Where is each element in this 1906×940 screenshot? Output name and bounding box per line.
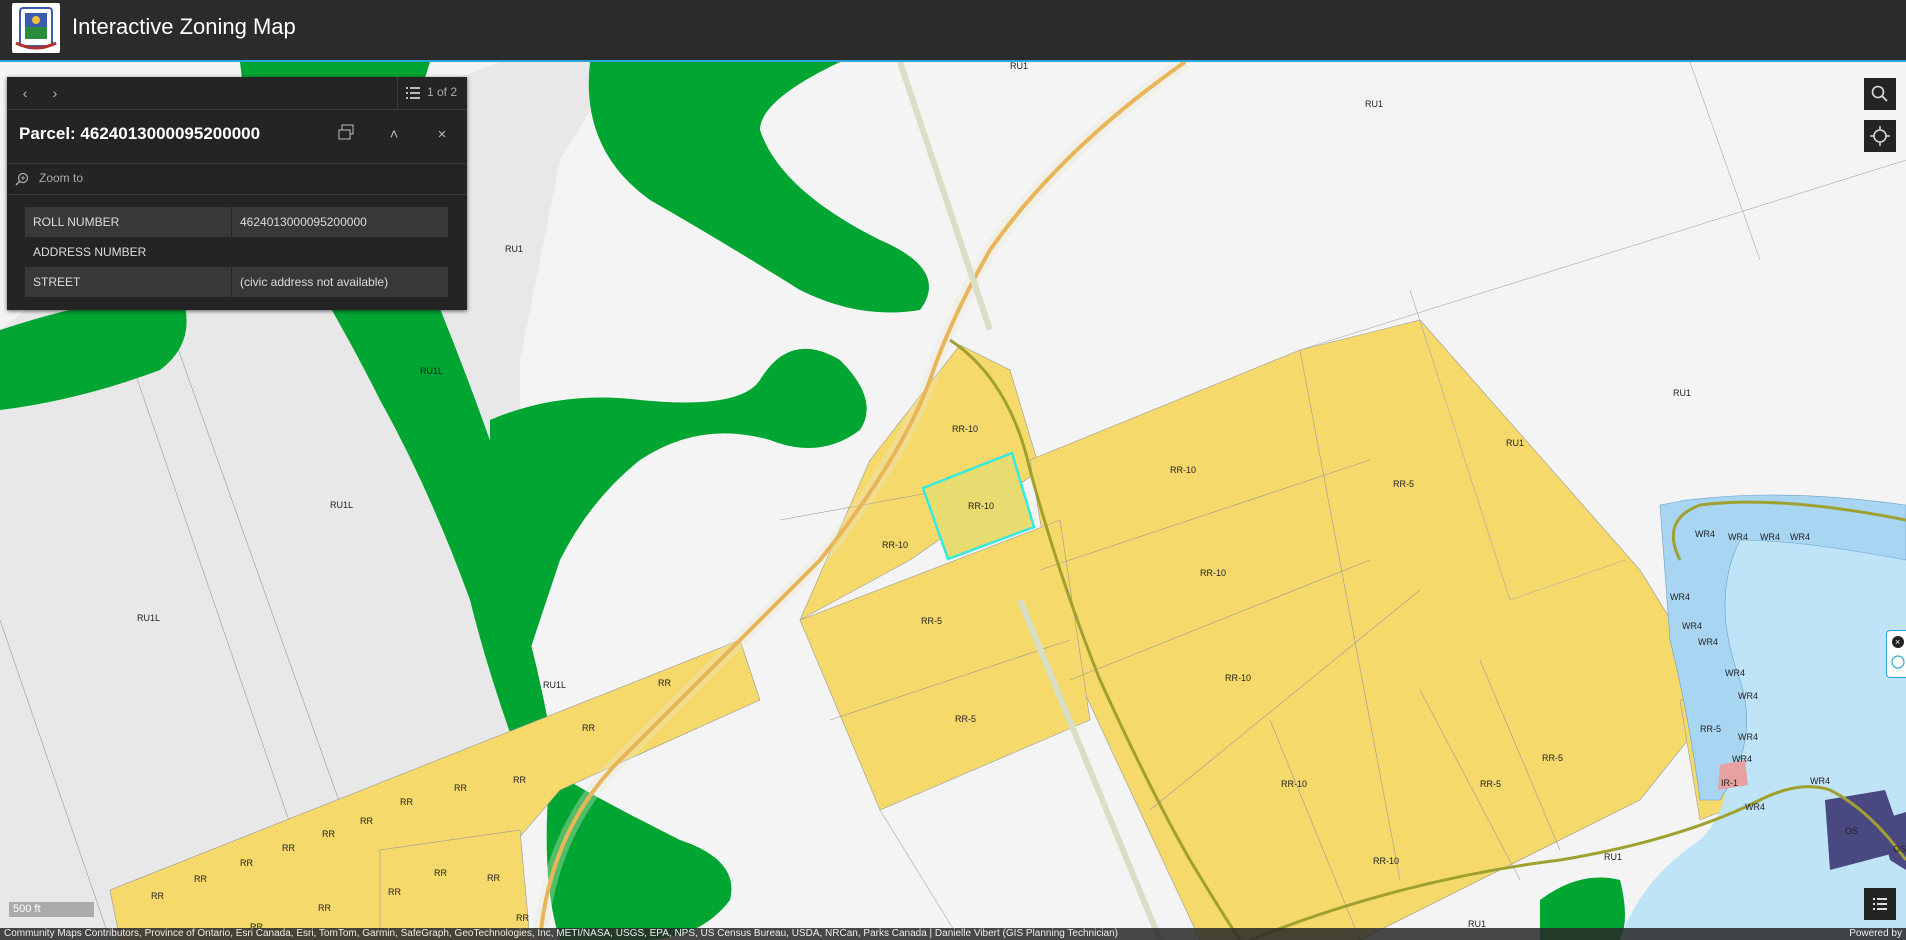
svg-text:RU1: RU1 <box>1010 62 1028 71</box>
svg-text:OS: OS <box>1845 826 1858 836</box>
svg-text:RR-10: RR-10 <box>1170 465 1196 475</box>
attr-key: ROLL NUMBER <box>25 207 232 237</box>
svg-text:RR-10: RR-10 <box>968 501 994 511</box>
attr-key: STREET <box>25 267 232 297</box>
svg-text:RR: RR <box>240 858 253 868</box>
search-icon <box>1871 85 1888 102</box>
table-row: STREET (civic address not available) <box>25 267 448 297</box>
svg-text:RR: RR <box>487 873 500 883</box>
svg-text:RR-5: RR-5 <box>921 616 942 626</box>
svg-text:RR: RR <box>516 913 529 923</box>
page-list-icon[interactable] <box>405 85 421 101</box>
svg-text:RR: RR <box>151 891 164 901</box>
chevron-right-icon[interactable]: › <box>45 83 65 103</box>
svg-text:RR: RR <box>513 775 526 785</box>
close-icon[interactable]: × <box>431 124 453 146</box>
legend-button[interactable] <box>1864 888 1896 920</box>
svg-text:RU1: RU1 <box>505 244 523 254</box>
svg-text:×: × <box>1895 637 1900 647</box>
svg-text:RR: RR <box>400 797 413 807</box>
svg-text:RR-10: RR-10 <box>1281 779 1307 789</box>
locate-icon <box>1870 126 1890 146</box>
svg-text:RR-10: RR-10 <box>1373 856 1399 866</box>
svg-text:WR4: WR4 <box>1760 532 1780 542</box>
attr-value: 4624013000095200000 <box>231 207 448 237</box>
svg-text:RR: RR <box>194 874 207 884</box>
svg-text:WR4: WR4 <box>1810 776 1830 786</box>
zoom-to-button[interactable]: Zoom to <box>7 163 467 195</box>
svg-text:RR-10: RR-10 <box>1225 673 1251 683</box>
svg-text:RU1L: RU1L <box>137 613 160 623</box>
svg-text:RR: RR <box>434 868 447 878</box>
table-row: ADDRESS NUMBER <box>25 237 448 267</box>
collapse-icon[interactable]: ˄ <box>383 124 405 146</box>
svg-text:RU1L: RU1L <box>420 366 443 376</box>
svg-text:RR-10: RR-10 <box>952 424 978 434</box>
svg-text:RR-5: RR-5 <box>1393 479 1414 489</box>
svg-text:RR: RR <box>658 678 671 688</box>
svg-text:WR4: WR4 <box>1738 732 1758 742</box>
svg-text:WR4: WR4 <box>1725 668 1745 678</box>
svg-text:RR: RR <box>282 843 295 853</box>
attr-key: ADDRESS NUMBER <box>25 237 232 267</box>
svg-text:WR4: WR4 <box>1745 802 1765 812</box>
app-title: Interactive Zoning Map <box>72 14 296 39</box>
dock-icon[interactable] <box>335 124 357 146</box>
chevron-left-icon[interactable]: ‹ <box>15 83 35 103</box>
feature-popup: ‹ › 1 of 2 Parcel: 4624013000095200000 ˄… <box>7 77 467 310</box>
svg-text:RR: RR <box>388 887 401 897</box>
svg-text:IR-1: IR-1 <box>1721 778 1738 788</box>
attr-value <box>232 237 449 267</box>
svg-text:RR-5: RR-5 <box>1700 724 1721 734</box>
zoom-to-icon <box>15 172 29 186</box>
svg-text:WR4: WR4 <box>1728 532 1748 542</box>
scale-bar: 500 ft <box>9 902 94 917</box>
search-button[interactable] <box>1864 78 1896 110</box>
attribute-table: ROLL NUMBER 4624013000095200000 ADDRESS … <box>25 207 448 297</box>
attr-value: (civic address not available) <box>231 267 448 297</box>
attribution-text: Community Maps Contributors, Province of… <box>4 928 1118 939</box>
svg-text:WR4: WR4 <box>1738 691 1758 701</box>
svg-text:WR4: WR4 <box>1695 529 1715 539</box>
popup-title: Parcel: 4624013000095200000 <box>19 124 261 143</box>
expand-widget[interactable]: × <box>1886 630 1906 678</box>
svg-text:RU1L: RU1L <box>330 500 353 510</box>
powered-by[interactable]: Powered by <box>1849 928 1902 940</box>
svg-text:RR-10: RR-10 <box>1200 568 1226 578</box>
svg-text:RU1: RU1 <box>1506 438 1524 448</box>
svg-text:WR4: WR4 <box>1670 592 1690 602</box>
svg-text:RR-5: RR-5 <box>955 714 976 724</box>
svg-text:RU1: RU1 <box>1673 388 1691 398</box>
svg-text:OS: OS <box>1893 844 1906 854</box>
logo-crest <box>12 3 60 53</box>
svg-text:RU1L: RU1L <box>543 680 566 690</box>
svg-text:RR: RR <box>582 723 595 733</box>
nav-divider <box>397 77 398 109</box>
svg-text:RR-10: RR-10 <box>882 540 908 550</box>
legend-icon <box>1873 898 1887 910</box>
svg-text:RR-5: RR-5 <box>1480 779 1501 789</box>
app-header: Interactive Zoning Map <box>0 0 1906 62</box>
zoom-to-label: Zoom to <box>39 171 84 185</box>
popup-nav: ‹ › 1 of 2 <box>7 77 467 110</box>
attribution: Community Maps Contributors, Province of… <box>0 928 1906 940</box>
page-count: 1 of 2 <box>426 85 457 99</box>
svg-text:WR4: WR4 <box>1698 637 1718 647</box>
svg-text:WR4: WR4 <box>1682 621 1702 631</box>
svg-text:WR4: WR4 <box>1790 532 1810 542</box>
svg-text:RR: RR <box>360 816 373 826</box>
svg-text:RR: RR <box>322 829 335 839</box>
svg-text:RU1: RU1 <box>1604 852 1622 862</box>
svg-text:WR4: WR4 <box>1732 754 1752 764</box>
svg-text:RR: RR <box>454 783 467 793</box>
svg-text:RU1: RU1 <box>1365 99 1383 109</box>
table-row: ROLL NUMBER 4624013000095200000 <box>25 207 448 237</box>
svg-text:RR: RR <box>318 903 331 913</box>
locate-button[interactable] <box>1864 120 1896 152</box>
svg-text:RR-5: RR-5 <box>1542 753 1563 763</box>
